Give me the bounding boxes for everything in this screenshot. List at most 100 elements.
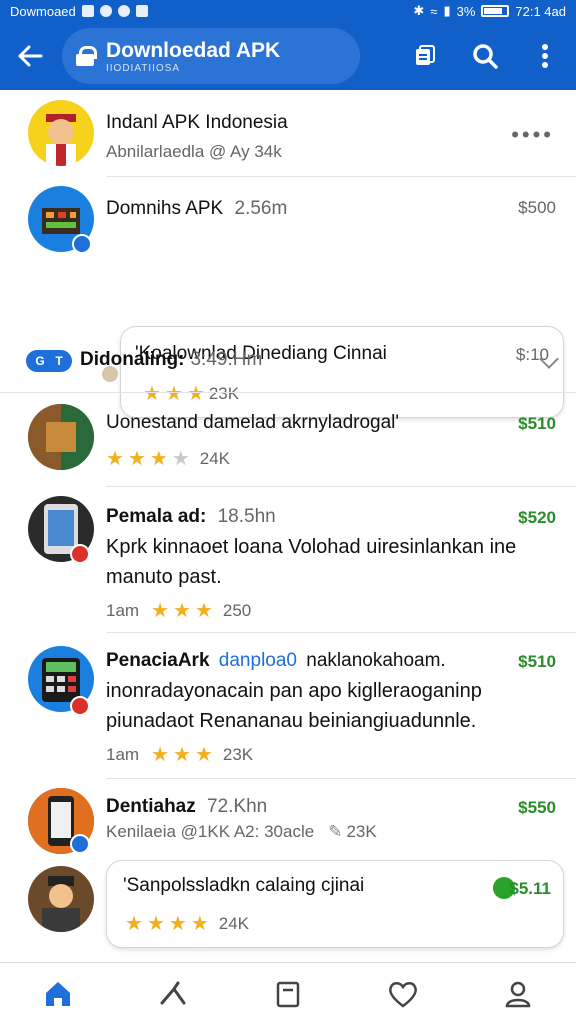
verified-badge-icon [70, 834, 90, 854]
app-size: 18.5hn [217, 506, 276, 527]
page-title: Downloedad APK [106, 38, 281, 62]
app-list: Indanl APK Indonesia Abnilarlaedla @ Ay … [0, 90, 576, 960]
list-item[interactable]: Indanl APK Indonesia Abnilarlaedla @ Ay … [0, 90, 576, 176]
app-bar: Downloedad APK IIODIATIIOSA [0, 22, 576, 90]
app-badge-icon [70, 696, 90, 716]
star-empty-icon: ★ [171, 448, 190, 470]
app-bar-actions [412, 43, 564, 69]
nav-home[interactable] [34, 970, 82, 1018]
search-icon [473, 44, 498, 69]
person-icon [506, 981, 531, 1007]
more-vertical-icon [542, 44, 548, 68]
app-title-text: Dentiahaz [106, 796, 196, 817]
search-button[interactable] [472, 43, 498, 69]
app-title-text: PenaciaArk [106, 650, 210, 671]
star-icon: ★ [146, 913, 165, 935]
app-title: Indanl APK Indonesia [106, 112, 288, 133]
tabs-icon [416, 45, 435, 65]
tool-icon [160, 981, 186, 1004]
address-text: Downloedad APK IIODIATIIOSA [106, 39, 280, 74]
app-title: Uonestand damelad akrnyladrogal' [106, 412, 400, 433]
status-right: ✱ ≈ ▮ 3% 72:1 4ad [413, 3, 566, 19]
app-title: PenaciaArk danploa0 naklanokahoam. [106, 650, 446, 672]
image-notification-icon [81, 5, 94, 17]
list-item[interactable]: PenaciaArk danploa0 naklanokahoam. $510 … [0, 632, 576, 778]
list-item[interactable]: Domnihs APK 2.56m $500 'Koalownlad Dined… [0, 176, 576, 418]
battery-percent: 3% [456, 3, 476, 19]
star-icon: ★ [149, 448, 168, 470]
app-title: Pemala ad: 18.5hn [106, 506, 276, 528]
pill-left-label: G [35, 354, 45, 368]
character-icon [42, 876, 80, 932]
carrier-label: Dowmoaed [10, 3, 76, 19]
app-price: $510 [518, 414, 556, 433]
app-price: $500 [518, 198, 556, 217]
bluetooth-icon: ✱ [413, 3, 425, 18]
page-url: IIODIATIIOSA [106, 62, 181, 74]
rating: ★ ★ ★ ★ 24K [106, 446, 230, 471]
post-time: 1am [106, 744, 140, 764]
section-title-text: Didonaling: [80, 349, 185, 370]
star-icon: ★ [151, 744, 170, 766]
pencil-icon: ✎ [328, 822, 343, 841]
status-left: Dowmoaed [10, 4, 148, 19]
nav-profile[interactable] [494, 970, 542, 1018]
rating: ★ ★ ★ ★ 24K [125, 911, 249, 936]
app-title: Dentiahaz 72.Khn [106, 796, 267, 818]
nav-library[interactable] [264, 970, 312, 1018]
nav-tools[interactable] [149, 970, 197, 1018]
app-price: $510 [518, 652, 556, 671]
more-horizontal-icon[interactable]: •••• [511, 122, 554, 148]
card-price: $5.11 [509, 879, 551, 898]
list-item[interactable]: Pemala ad: 18.5hn $520 Kprk kinnaoet loa… [0, 486, 576, 632]
tabs-button[interactable] [412, 43, 438, 69]
app-subtitle: Kenilaeia @1KK A2: 30acle ✎ 23K [106, 822, 377, 842]
star-icon: ★ [194, 600, 213, 622]
app-title-rest: naklanokahoam. [306, 650, 446, 671]
section-title: Didonaling: 3:49.Hm [80, 349, 262, 371]
section-meta: 3:49.Hm [190, 349, 263, 370]
rating-count: 250 [222, 600, 252, 620]
rating-count: 23K [346, 822, 377, 841]
home-icon [45, 981, 70, 1006]
game-icon [28, 404, 94, 470]
app-price: $520 [518, 508, 556, 527]
overflow-menu-button[interactable] [532, 43, 558, 69]
heart-notification-icon [117, 5, 130, 17]
status-bar: Dowmoaed ✱ ≈ ▮ 3% 72:1 4ad [0, 0, 576, 22]
app-title-link[interactable]: danploa0 [219, 650, 297, 671]
app-description: inonradayonacain pan apo kiglleraoganinp… [106, 680, 482, 732]
character-icon [46, 114, 76, 166]
address-bar[interactable]: Downloedad APK IIODIATIIOSA [62, 28, 360, 84]
app-badge-icon [70, 544, 90, 564]
section-pill: G T [26, 350, 72, 372]
list-item[interactable]: Dentiahaz 72.Khn $550 Kenilaeia @1KK A2:… [0, 778, 576, 960]
star-icon: ★ [106, 448, 124, 470]
star-icon: ★ [168, 913, 187, 935]
pill-right-label: T [55, 354, 63, 368]
battery-icon [481, 5, 510, 17]
star-icon: ★ [173, 744, 191, 766]
chevron-down-icon[interactable] [539, 349, 559, 369]
download-card[interactable]: 'Sanpolssladkn calaing cjinai $5.11 ★ ★ … [106, 860, 564, 948]
card-title: 'Sanpolssladkn calaing cjinai [123, 875, 365, 896]
rating: 1am ★ ★ ★ 250 [106, 598, 251, 623]
section-header[interactable]: G T Didonaling: 3:49.Hm [0, 338, 576, 384]
back-button[interactable] [12, 38, 48, 74]
star-icon: ★ [151, 600, 170, 622]
arrow-left-icon [18, 45, 43, 67]
nav-favorites[interactable] [379, 970, 427, 1018]
wifi-icon: ≈ [430, 3, 438, 19]
list-item[interactable]: Uonestand damelad akrnyladrogal' $510 ★ … [0, 392, 576, 486]
app-description: Kprk kinnaoet loana Volohad uiresinlanka… [106, 536, 517, 588]
star-icon: ★ [127, 448, 146, 470]
star-icon: ★ [194, 744, 213, 766]
signal-icon: ▮ [443, 3, 451, 18]
app-title-text: Pemala ad: [106, 506, 207, 527]
app-icon [28, 100, 94, 166]
rating: 1am ★ ★ ★ 23K [106, 742, 253, 767]
app-subtitle-text: Kenilaeia @1KK A2: 30acle [106, 822, 315, 841]
app-subtitle: Abnilarlaedla @ Ay 34k [106, 142, 282, 161]
app-size: 72.Khn [207, 796, 268, 817]
rating-count: 24K [218, 913, 249, 933]
